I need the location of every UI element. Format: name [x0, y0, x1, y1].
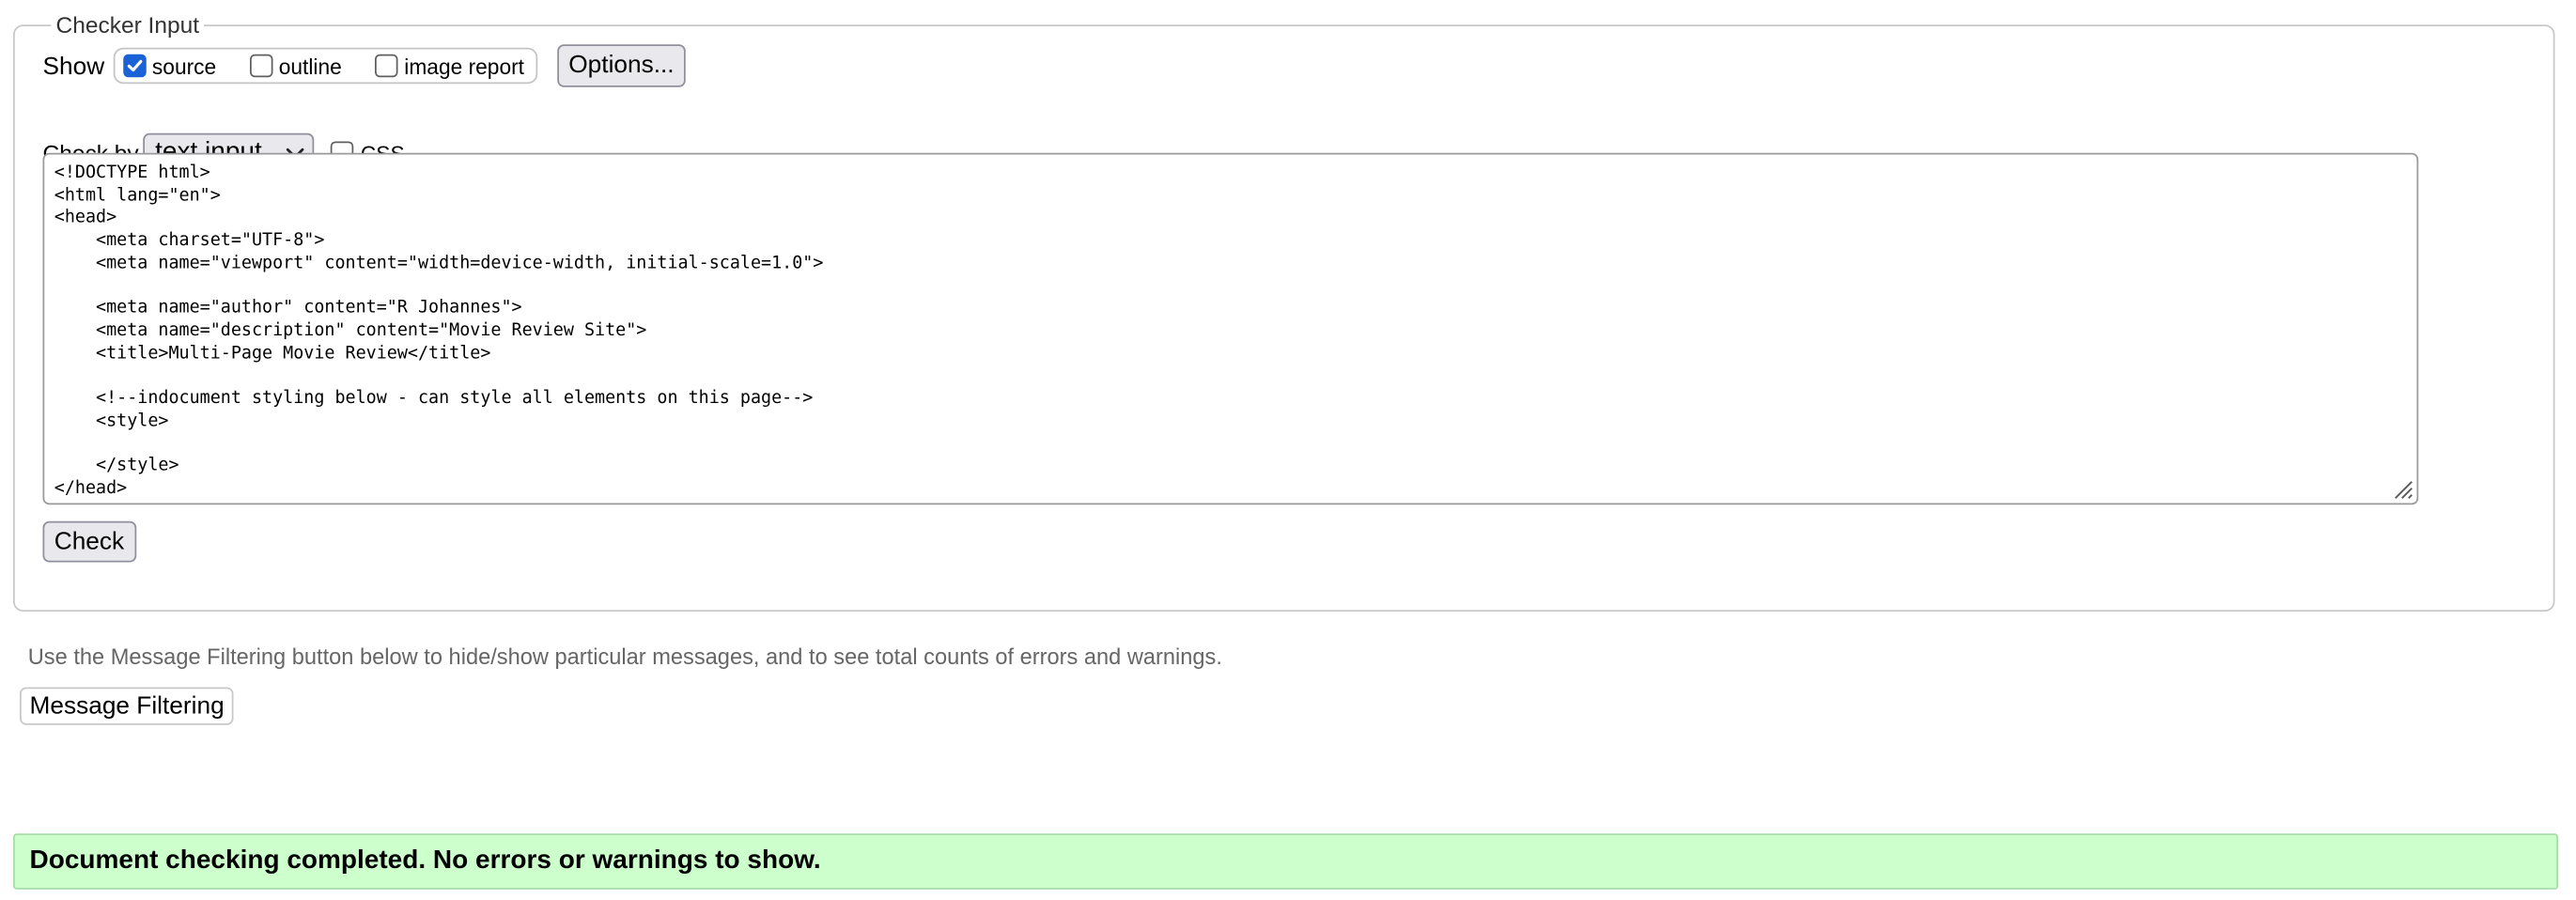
outline-checkbox-label: outline: [278, 53, 342, 79]
show-checkbox-group: source outline image report: [112, 47, 538, 85]
source-code-text: <!DOCTYPE html> <html lang="en"> <head> …: [54, 163, 824, 498]
result-status-banner: Document checking completed. No errors o…: [13, 833, 2558, 890]
message-filtering-info: Use the Message Filtering button below t…: [27, 644, 1222, 670]
resize-grip-icon[interactable]: [2391, 477, 2414, 501]
show-outline-option[interactable]: outline: [249, 54, 342, 78]
image-report-checkbox[interactable]: [374, 54, 398, 78]
page: Checker Input Show source outline image …: [0, 0, 2576, 900]
fieldset-legend: Checker Input: [51, 11, 205, 39]
show-image-report-option[interactable]: image report: [374, 53, 525, 79]
source-checkbox-label: source: [151, 53, 217, 79]
result-message: Document checking completed. No errors o…: [29, 846, 821, 875]
source-checkbox[interactable]: [122, 54, 146, 78]
show-options-row: Show source outline image report Options…: [43, 44, 686, 87]
image-report-checkbox-label: image report: [404, 53, 525, 79]
show-source-option[interactable]: source: [122, 54, 216, 78]
check-button[interactable]: Check: [42, 520, 136, 563]
options-button[interactable]: Options...: [557, 44, 686, 87]
checkmark-icon: [126, 59, 142, 72]
show-label: Show: [42, 52, 105, 80]
message-filtering-button[interactable]: Message Filtering: [20, 687, 235, 725]
source-textarea[interactable]: <!DOCTYPE html> <html lang="en"> <head> …: [42, 152, 2419, 505]
outline-checkbox[interactable]: [249, 54, 272, 78]
